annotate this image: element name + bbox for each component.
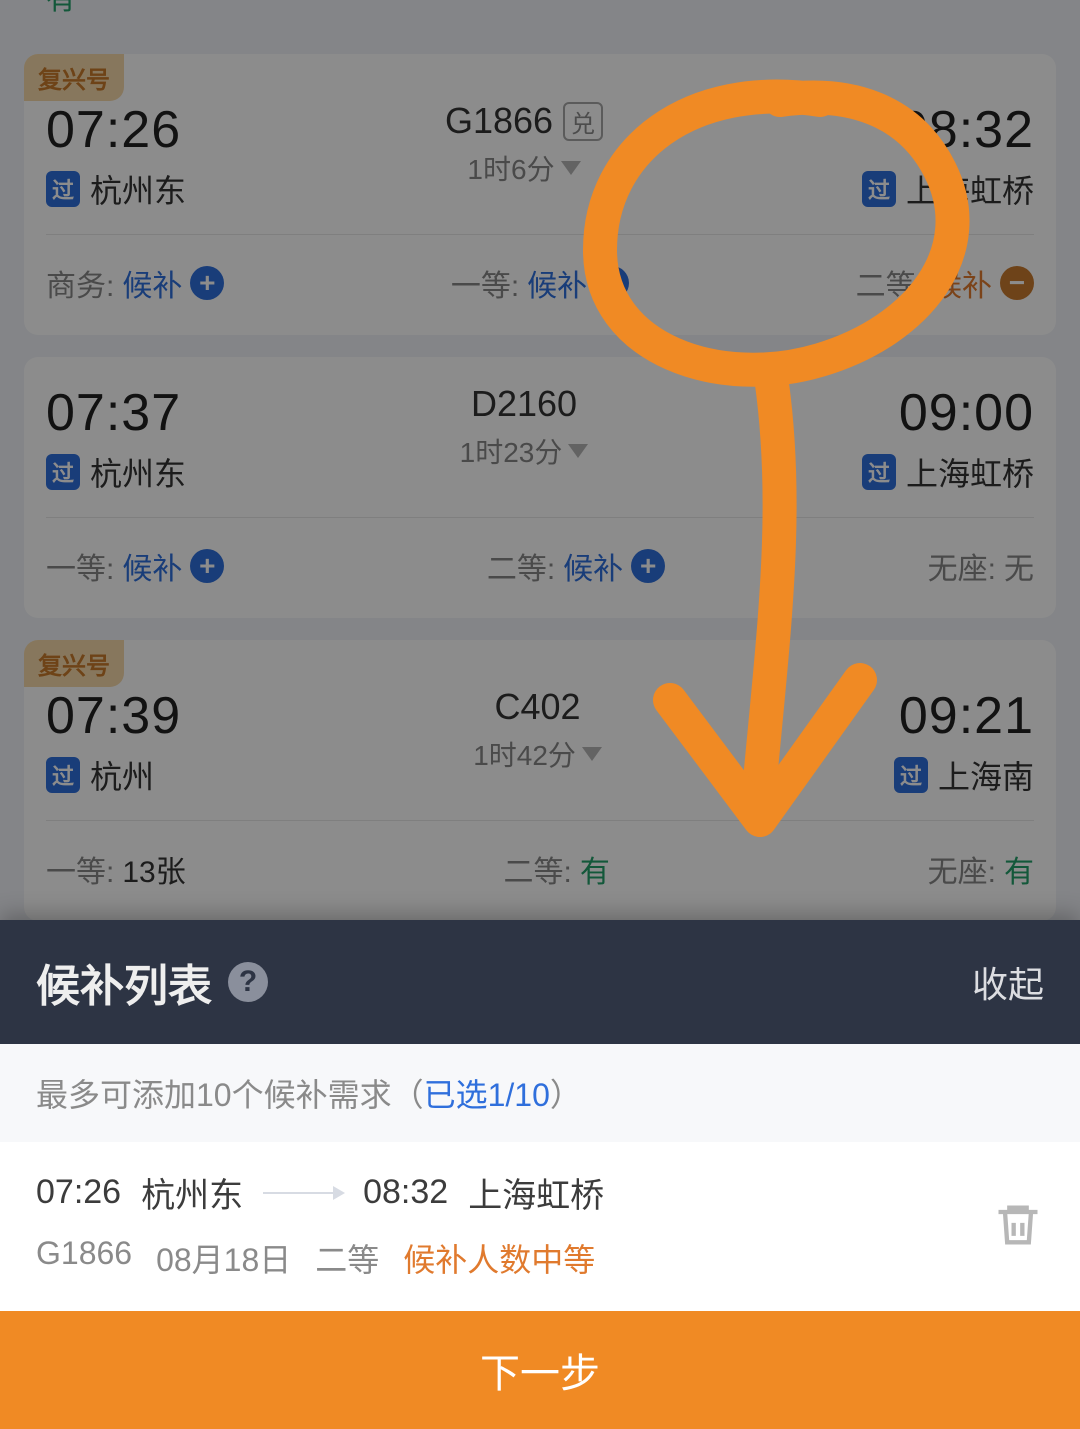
arrive-time: 09:00 [899, 383, 1034, 443]
wait-depart-station: 杭州东 [141, 1168, 243, 1217]
train-card[interactable]: 复兴号 07:26 过 杭州东 G1866 兑 1时6分 [24, 54, 1056, 335]
duration-dropdown[interactable]: 1时6分 [467, 148, 580, 188]
arrive-time: 09:21 [899, 686, 1034, 746]
chevron-down-icon [582, 747, 602, 761]
depart-station: 杭州 [90, 752, 154, 798]
waitlist-item: 07:26 杭州东 08:32 上海虹桥 G1866 08月18日 二等 候补人… [0, 1142, 1080, 1311]
wait-depart-time: 07:26 [36, 1173, 121, 1212]
depart-station: 杭州东 [90, 449, 186, 495]
seat-option-second[interactable]: 二等: 有 [504, 847, 610, 891]
chevron-down-icon [561, 161, 581, 175]
wait-seat-class: 二等 [315, 1235, 379, 1281]
plus-icon[interactable]: + [190, 266, 224, 300]
plus-icon[interactable]: + [595, 266, 629, 300]
train-number: C402 [495, 686, 581, 728]
seat-option-second[interactable]: 二等: 候补 + [487, 544, 665, 588]
plus-icon[interactable]: + [631, 549, 665, 583]
arrow-right-icon [263, 1192, 343, 1194]
via-badge: 过 [894, 757, 928, 793]
fuxing-badge: 复兴号 [24, 54, 124, 101]
help-icon[interactable]: ? [228, 962, 268, 1002]
arrive-station: 上海南 [938, 752, 1034, 798]
minus-icon[interactable]: − [1000, 266, 1034, 300]
chevron-down-icon [568, 444, 588, 458]
seat-option-standing[interactable]: 无座: 有 [928, 847, 1034, 891]
fuxing-badge: 复兴号 [24, 640, 124, 687]
train-number: G1866 [445, 100, 553, 142]
duration-label: 1时6分 [467, 148, 554, 188]
collapse-button[interactable]: 收起 [972, 956, 1044, 1008]
sheet-title-label: 候补列表 [36, 950, 212, 1014]
via-badge: 过 [46, 454, 80, 490]
duration-dropdown[interactable]: 1时42分 [473, 734, 602, 774]
sheet-subtitle: 最多可添加10个候补需求（已选1/10） [0, 1044, 1080, 1142]
via-badge: 过 [46, 757, 80, 793]
duration-dropdown[interactable]: 1时23分 [460, 431, 589, 471]
arrive-time: 08:32 [899, 100, 1034, 160]
wait-date: 08月18日 [156, 1235, 291, 1281]
duration-label: 1时42分 [473, 734, 576, 774]
plus-icon[interactable]: + [190, 549, 224, 583]
sheet-header: 候补列表 ? 收起 [0, 920, 1080, 1044]
previous-train-seat-fragment: 有 [24, 0, 1056, 32]
via-badge: 过 [862, 454, 896, 490]
depart-station: 杭州东 [90, 166, 186, 212]
seat-option-standing: 无座: 无 [928, 544, 1034, 588]
delete-button[interactable] [992, 1199, 1044, 1251]
exchange-badge: 兑 [563, 102, 603, 141]
seat-option-first[interactable]: 一等: 13张 [46, 847, 186, 891]
duration-label: 1时23分 [460, 431, 563, 471]
train-card[interactable]: 复兴号 07:39 过 杭州 C402 1时42分 [24, 640, 1056, 921]
depart-time: 07:26 [46, 100, 181, 160]
next-step-button[interactable]: 下一步 [0, 1311, 1080, 1429]
wait-train-no: G1866 [36, 1235, 132, 1281]
train-card[interactable]: 07:37 过 杭州东 D2160 1时23分 09:00 [24, 357, 1056, 618]
train-number: D2160 [471, 383, 577, 425]
arrive-station: 上海虹桥 [906, 449, 1034, 495]
seat-option-business[interactable]: 商务: 候补 + [46, 261, 224, 305]
seat-option-first[interactable]: 一等: 候补 + [46, 544, 224, 588]
seat-option-second[interactable]: 二等: 候补 − [856, 261, 1034, 305]
train-results-list[interactable]: 有 复兴号 07:26 过 杭州东 G1866 兑 [0, 0, 1080, 921]
via-badge: 过 [46, 171, 80, 207]
wait-arrive-station: 上海虹桥 [468, 1168, 604, 1217]
depart-time: 07:39 [46, 686, 181, 746]
depart-time: 07:37 [46, 383, 181, 443]
trash-icon [992, 1199, 1044, 1251]
waitlist-bottom-sheet: 候补列表 ? 收起 最多可添加10个候补需求（已选1/10） 07:26 杭州东… [0, 920, 1080, 1429]
wait-arrive-time: 08:32 [363, 1173, 448, 1212]
arrive-station: 上海虹桥 [906, 166, 1034, 212]
selected-count: 已选1/10 [424, 1077, 550, 1113]
via-badge: 过 [862, 171, 896, 207]
seat-option-first[interactable]: 一等: 候补 + [451, 261, 629, 305]
wait-status: 候补人数中等 [403, 1235, 595, 1281]
